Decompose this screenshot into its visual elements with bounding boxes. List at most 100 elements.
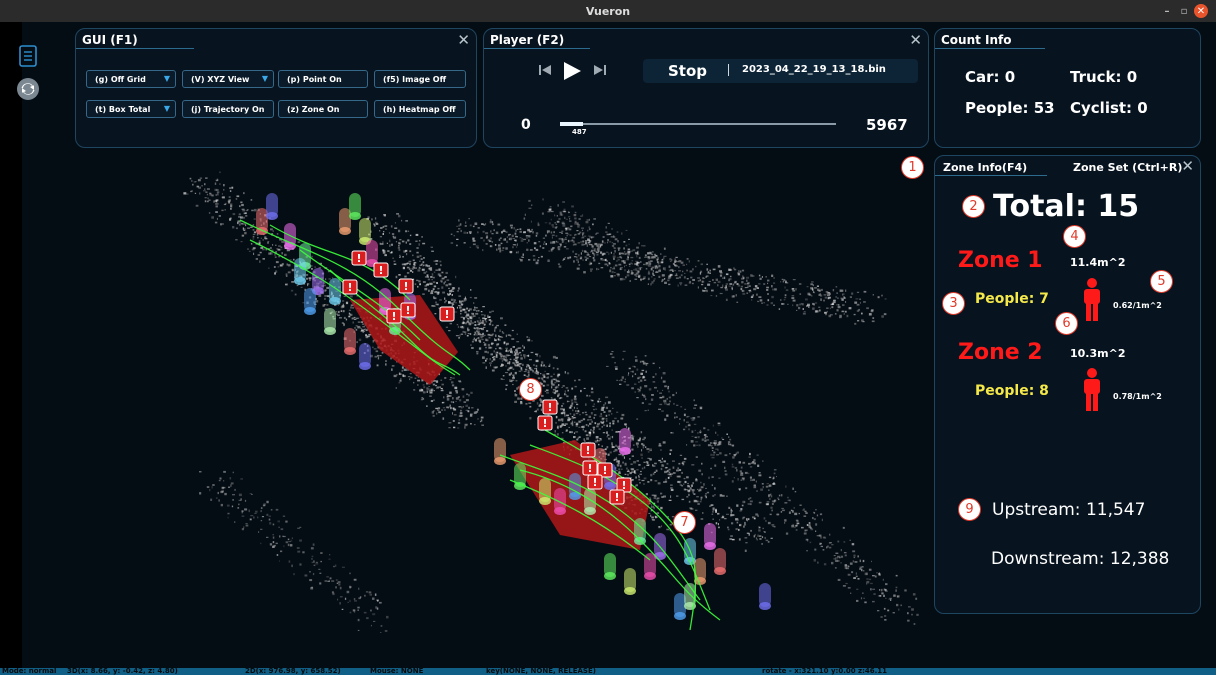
upstream-count: Upstream: 11,547 — [992, 500, 1146, 520]
gui-panel-close-icon[interactable]: ✕ — [457, 31, 470, 49]
svg-text:!: ! — [585, 444, 590, 457]
svg-text:!: ! — [547, 401, 552, 414]
zone-2-density: 0.78/1m^2 — [1113, 392, 1162, 401]
tracked-object-cylinder — [494, 438, 506, 465]
tracked-object-cylinder — [539, 478, 551, 505]
gui-panel-title: GUI (F1) — [82, 33, 138, 47]
annotation-marker: 7 — [673, 511, 696, 534]
minimize-button[interactable]: – — [1160, 4, 1174, 18]
gui-toggle-button[interactable]: (p) Point On — [278, 70, 368, 88]
gui-toggle-label: (t) Box Total — [95, 104, 151, 114]
gui-toggle-label: (g) Off Grid — [95, 74, 146, 84]
player-filename: 2023_04_22_19_13_18.bin — [742, 64, 886, 75]
annotation-marker: 5 — [1150, 270, 1173, 293]
alert-icon: ! — [587, 474, 603, 490]
zone-panel-close-icon[interactable]: ✕ — [1181, 157, 1194, 175]
count-panel-title: Count Info — [941, 33, 1012, 47]
alert-icon: ! — [537, 415, 553, 431]
tracked-object-cylinder — [619, 428, 631, 455]
gui-toggle-button[interactable]: (h) Heatmap Off — [374, 100, 466, 118]
alert-icon: ! — [542, 399, 558, 415]
svg-text:!: ! — [542, 417, 547, 430]
svg-text:!: ! — [592, 476, 597, 489]
zone-set-button[interactable]: Zone Set (Ctrl+R) — [1073, 161, 1182, 174]
downstream-count: Downstream: 12,388 — [991, 549, 1170, 569]
gui-toggle-button[interactable]: (f5) Image Off — [374, 70, 466, 88]
status-3d-position: 3D(x: 8.66, y: -0.42, z: 4.80) — [67, 668, 178, 675]
svg-text:!: ! — [378, 264, 383, 277]
annotation-marker: 1 — [901, 156, 924, 179]
status-key: key(NONE, NONE, RELEASE) — [486, 668, 596, 675]
truck-count: Truck: 0 — [1070, 68, 1138, 86]
zone-2-area: 10.3m^2 — [1070, 347, 1126, 360]
gui-toggle-button[interactable]: (z) Zone On — [278, 100, 368, 118]
player-divider — [728, 64, 729, 76]
annotation-marker: 3 — [942, 292, 965, 315]
gui-toggle-label: (h) Heatmap Off — [383, 104, 456, 114]
tracked-objects — [256, 193, 771, 620]
status-bar: Mode: normal 3D(x: 8.66, y: -0.42, z: 4.… — [0, 668, 1216, 675]
player-progress-track[interactable] — [560, 123, 836, 125]
svg-text:!: ! — [602, 464, 607, 477]
tracked-object-cylinder — [266, 193, 278, 220]
gui-panel: GUI (F1) ✕ — [75, 28, 477, 148]
tracked-object-cylinder — [344, 328, 356, 355]
zone-1-label: Zone 1 — [958, 248, 1043, 273]
annotation-marker: 6 — [1055, 312, 1078, 335]
status-mode: Mode: normal — [2, 668, 57, 675]
svg-text:!: ! — [391, 310, 396, 323]
gui-toggle-button[interactable]: (g) Off Grid ▼ — [86, 70, 176, 88]
dropdown-arrow-icon[interactable]: ▼ — [262, 74, 268, 83]
person-icon — [1084, 278, 1100, 321]
count-panel: Count Info — [934, 28, 1201, 148]
gui-toggle-label: (V) XYZ View — [191, 74, 250, 84]
close-window-button[interactable]: ✕ — [1194, 4, 1208, 18]
zone-1-area: 11.4m^2 — [1070, 256, 1126, 269]
window-title: Vueron — [585, 4, 631, 18]
window-titlebar: Vueron – ▫ ✕ — [0, 0, 1216, 22]
svg-text:!: ! — [614, 491, 619, 504]
annotation-marker: 2 — [962, 195, 985, 218]
skip-forward-icon[interactable] — [593, 63, 607, 77]
annotation-marker: 8 — [519, 378, 542, 401]
stop-button[interactable]: Stop — [668, 62, 707, 80]
svg-text:!: ! — [403, 280, 408, 293]
gui-toggle-label: (j) Trajectory On — [191, 104, 265, 114]
tracked-object-cylinder — [584, 488, 596, 515]
svg-text:!: ! — [444, 308, 449, 321]
tracked-object-cylinder — [359, 343, 371, 370]
document-icon[interactable] — [16, 44, 40, 68]
play-icon[interactable] — [561, 60, 583, 82]
gui-toggle-label: (f5) Image Off — [383, 74, 447, 84]
tracked-object-cylinder — [624, 568, 636, 595]
dropdown-arrow-icon[interactable]: ▼ — [164, 104, 170, 113]
alert-icon: ! — [398, 278, 414, 294]
zone-1-density: 0.62/1m^2 — [1113, 301, 1162, 310]
svg-text:!: ! — [405, 304, 410, 317]
left-toolbar — [0, 22, 50, 668]
dropdown-arrow-icon[interactable]: ▼ — [164, 74, 170, 83]
annotation-marker: 4 — [1063, 225, 1086, 248]
player-panel-close-icon[interactable]: ✕ — [909, 31, 922, 49]
alert-icon: ! — [582, 460, 598, 476]
alert-icon: ! — [580, 442, 596, 458]
player-progress-fill — [560, 122, 583, 126]
people-count: People: 53 — [965, 99, 1055, 117]
zone-1-people: People: 7 — [975, 291, 1049, 307]
gui-toggle-button[interactable]: (j) Trajectory On — [182, 100, 274, 118]
gui-toggle-button[interactable]: (V) XYZ View ▼ — [182, 70, 274, 88]
alert-icon: ! — [439, 306, 455, 322]
car-count: Car: 0 — [965, 68, 1016, 86]
tracked-object-cylinder — [349, 193, 361, 220]
zone-total: Total: 15 — [993, 189, 1140, 224]
alert-icon: ! — [342, 279, 358, 295]
tracked-object-cylinder — [294, 258, 306, 285]
player-panel-title: Player (F2) — [490, 33, 565, 47]
tracked-object-cylinder — [714, 548, 726, 575]
alert-icon: ! — [373, 262, 389, 278]
refresh-icon[interactable] — [16, 77, 40, 101]
gui-toggle-button[interactable]: (t) Box Total ▼ — [86, 100, 176, 118]
maximize-button[interactable]: ▫ — [1177, 4, 1191, 18]
gui-toggle-label: (p) Point On — [287, 74, 342, 84]
skip-back-icon[interactable] — [538, 63, 552, 77]
